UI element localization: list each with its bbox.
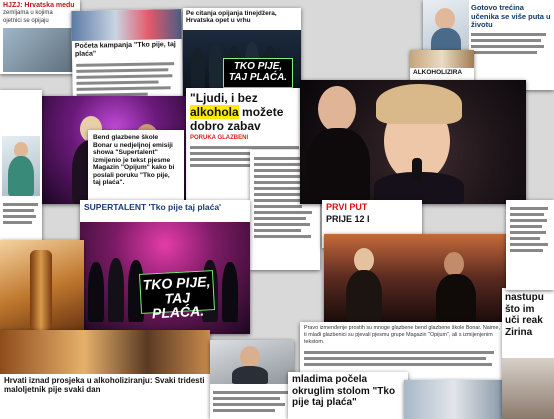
clip-subtext: ojetnici se opijaju — [3, 17, 49, 24]
banner-line: TAJ PLAĆA. — [151, 289, 205, 322]
clip-headline: "Ljudi, i bez alkohola možete dobro zaba… — [186, 88, 308, 133]
clip-headline: ALKOHOLIZIRA — [413, 69, 463, 76]
photo-band-performance — [324, 234, 506, 322]
clip-bottom-mid-right — [404, 380, 504, 419]
clip-bottom-left: Hrvati iznad prosjeka u alkoholiziranju:… — [0, 330, 210, 419]
clip-body: Bend glazbene škole Bonar u nedjeljnoj e… — [88, 130, 184, 192]
clip-campaign: Početa kampanja "Tko pije, taj plaća" — [71, 9, 183, 99]
clip-body-lines — [213, 388, 291, 415]
clip-subtext: zemljama u kojima — [3, 10, 53, 17]
campaign-banner: TKO PIJE, TAJ PLAĆA. — [223, 58, 293, 88]
clip-band-right — [324, 234, 506, 322]
clip-top-center: Pe citanja opijanja tinejdžera, Hrvatska… — [183, 8, 301, 100]
clip-headline: Hrvati iznad prosjeka u alkoholiziranju:… — [4, 376, 205, 395]
clip-left-middle — [0, 90, 42, 250]
clip-top-left: HJZJ: Hrvatska medu zemljama u kojima oj… — [0, 0, 80, 74]
clip-headline: Pe citanja opijanja tinejdžera, Hrvatska… — [186, 10, 277, 25]
photo-event — [71, 9, 182, 41]
headline-highlight: alkohola — [190, 104, 239, 119]
clip-headline: nastupu što im uči reak Zirina — [505, 292, 544, 338]
clip-right-mid — [506, 200, 554, 290]
clip-headline: mladima počela okruglim stolom "Tko pije… — [292, 374, 396, 408]
clip-body-lines — [72, 57, 183, 99]
clip-headline: SUPERTALENT 'Tko pije taj plaća' — [84, 202, 222, 212]
clip-body-lines — [300, 351, 506, 367]
photo-drinks — [0, 330, 210, 374]
clip-body-lines — [506, 200, 554, 259]
photo-youth — [3, 28, 77, 72]
clip-bottom-center: mladima počela okruglim stolom "Tko pije… — [288, 372, 408, 419]
clip-subhead: PRIJE 12 I — [326, 214, 370, 225]
clip-supertalent: SUPERTALENT 'Tko pije taj plaća' TKO PIJ… — [80, 200, 250, 334]
clip-body-lines — [3, 200, 39, 227]
photo-speaker — [210, 340, 294, 384]
banner-line: TAJ PLAĆA. — [228, 71, 288, 83]
photo-youth — [2, 136, 40, 196]
clip-body: Pravo izmenđenje prostih su mnoge glazbe… — [304, 325, 500, 345]
photo-stage-banner: TKO PIJE, TAJ PLAĆA. — [80, 222, 250, 334]
photo-glasses — [410, 50, 474, 68]
photo-people — [502, 358, 554, 419]
clip-kicker: PORUKA GLAZBENI — [190, 135, 249, 142]
clip-headline: Gotovo trećina učenika se više puta u ži… — [471, 3, 551, 30]
clip-left-lower — [0, 240, 84, 340]
clip-headline: PRVI PUT — [326, 202, 368, 212]
clip-bottom-right: nastupu što im uči reak Zirina — [502, 288, 554, 419]
photo-table — [404, 380, 504, 419]
clip-bottom-middle — [210, 340, 294, 419]
clip-headline: HJZJ: Hrvatska medu — [3, 2, 75, 9]
photo-singer — [300, 80, 526, 204]
campaign-banner: TKO PIJE, TAJ PLAĆA. — [139, 270, 215, 322]
banner-line: TKO PIJE, — [233, 61, 283, 72]
clip-body-lines — [471, 30, 549, 57]
clip-singer-closeup — [300, 80, 526, 204]
photo-bottle — [0, 240, 84, 340]
clip-headline: Početa kampanja "Tko pije, taj plaća" — [74, 41, 176, 58]
headline-fragment: "Ljudi, i bez — [190, 91, 258, 105]
